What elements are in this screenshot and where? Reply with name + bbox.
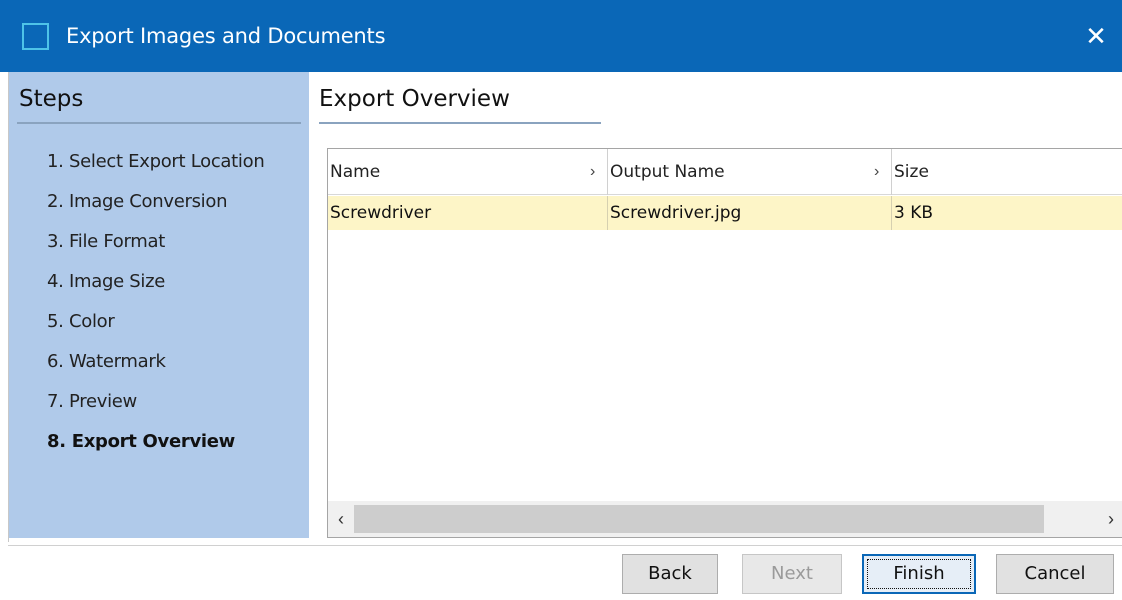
title-bar: Export Images and Documents ✕ (0, 0, 1122, 72)
step-color: 5. Color (47, 311, 115, 332)
dialog-body: Steps 1. Select Export Location 2. Image… (8, 72, 1122, 542)
step-preview: 7. Preview (47, 391, 137, 412)
cell-size: 3 KB (894, 203, 934, 223)
steps-header: Steps (19, 86, 84, 112)
step-image-conversion: 2. Image Conversion (47, 191, 228, 212)
scroll-right-icon[interactable]: › (1098, 501, 1122, 537)
column-header-size[interactable]: Size (892, 149, 1122, 195)
step-image-size: 4. Image Size (47, 271, 166, 292)
window-square-icon (22, 23, 49, 50)
column-header-label: Output Name (610, 162, 725, 182)
chevron-right-icon: › (874, 163, 880, 180)
column-header-label: Size (894, 162, 929, 182)
chevron-right-icon: › (590, 163, 596, 180)
step-file-format: 3. File Format (47, 231, 165, 252)
export-table[interactable]: Name › Output Name › Size Screwdriver Sc… (327, 148, 1122, 538)
steps-panel: Steps 1. Select Export Location 2. Image… (9, 72, 309, 538)
footer-divider (8, 545, 1122, 546)
content-title: Export Overview (319, 86, 510, 112)
step-select-export-location: 1. Select Export Location (47, 151, 265, 172)
step-export-overview: 8. Export Overview (47, 431, 235, 452)
steps-list: 1. Select Export Location 2. Image Conve… (47, 142, 265, 462)
column-header-name[interactable]: Name (328, 149, 608, 195)
step-watermark: 6. Watermark (47, 351, 166, 372)
table-header: Name › Output Name › Size (328, 149, 1122, 195)
scrollbar-thumb[interactable] (354, 505, 1044, 533)
cancel-button[interactable]: Cancel (996, 554, 1114, 594)
content-panel: Export Overview Name › Output Name › Siz… (319, 72, 1122, 542)
focus-ring (867, 559, 971, 589)
scroll-left-icon[interactable]: ‹ (328, 501, 354, 537)
column-header-label: Name (330, 162, 381, 182)
cell-output-name: Screwdriver.jpg (608, 196, 892, 230)
close-button[interactable]: ✕ (1078, 18, 1114, 54)
column-header-output-name[interactable]: Output Name (608, 149, 892, 195)
cell-name: Screwdriver (328, 196, 608, 230)
steps-divider (17, 122, 301, 124)
content-divider (319, 122, 601, 124)
export-dialog: Export Images and Documents ✕ Steps 1. S… (0, 0, 1122, 600)
finish-button[interactable]: Finish (862, 554, 976, 594)
horizontal-scrollbar[interactable]: ‹ › (328, 501, 1122, 537)
table-row[interactable]: Screwdriver Screwdriver.jpg 3 KB (328, 196, 1122, 230)
next-button[interactable]: Next (742, 554, 842, 594)
window-title: Export Images and Documents (66, 24, 386, 48)
back-button[interactable]: Back (622, 554, 718, 594)
